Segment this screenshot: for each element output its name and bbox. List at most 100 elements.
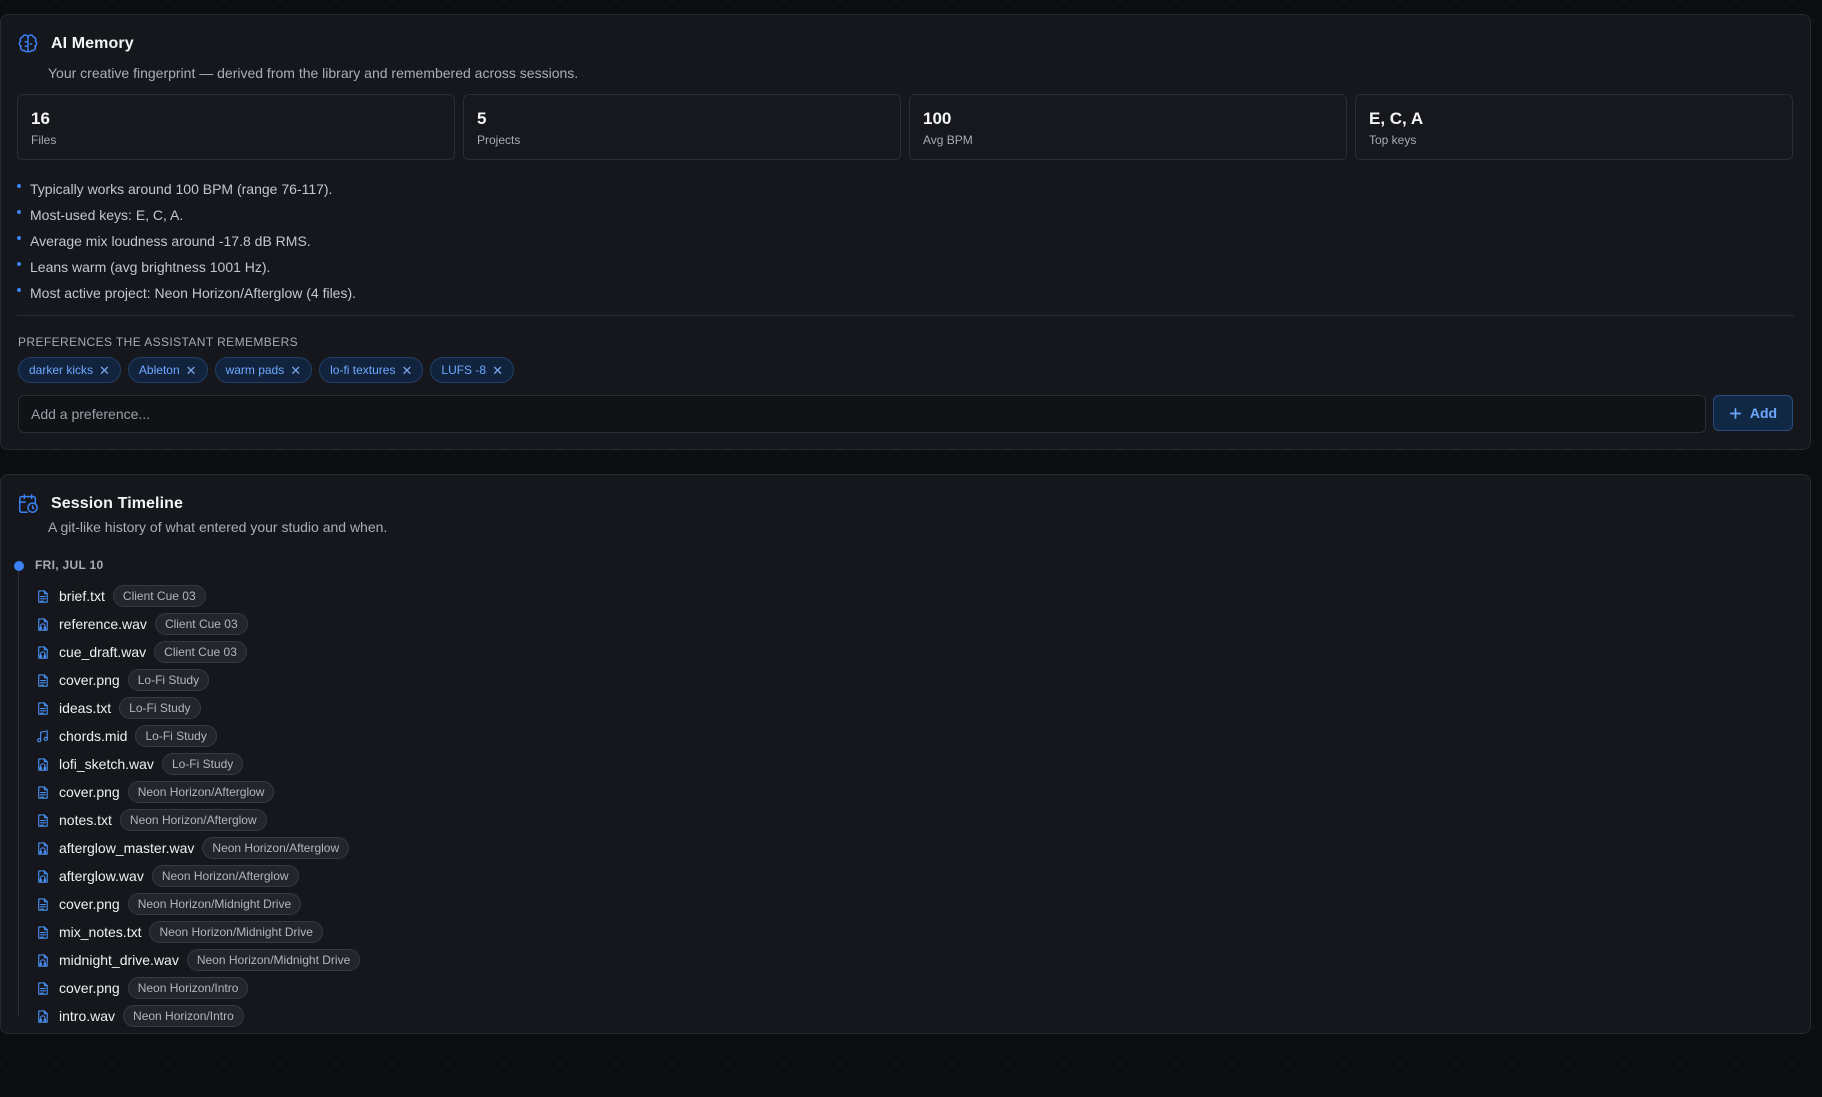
audio-file-icon	[38, 953, 48, 967]
file-name[interactable]: ideas.txt	[59, 700, 111, 716]
file-name[interactable]: reference.wav	[59, 616, 147, 632]
project-tag: Client Cue 03	[154, 613, 248, 635]
preference-chip: lo-fi textures ✕	[319, 357, 424, 383]
file-name[interactable]: afterglow.wav	[59, 868, 144, 884]
file-name[interactable]: cover.png	[59, 980, 120, 996]
stat-value: 100	[923, 109, 952, 128]
timeline-item[interactable]: cover.png Lo-Fi Study	[35, 666, 360, 694]
file-name[interactable]: mix_notes.txt	[59, 924, 141, 940]
add-button-label: Add	[1749, 405, 1778, 421]
section-divider	[17, 315, 1794, 316]
timeline-item[interactable]: notes.txt Neon Horizon/Afterglow	[35, 806, 360, 834]
project-tag: Neon Horizon/Intro	[127, 977, 249, 999]
timeline-item[interactable]: afterglow.wav Neon Horizon/Afterglow	[35, 862, 360, 890]
preference-chip-label: warm pads	[225, 363, 285, 377]
session-timeline-card: Session Timeline A git-like history of w…	[0, 474, 1811, 1034]
file-name[interactable]: intro.wav	[59, 1008, 115, 1024]
remove-preference-icon[interactable]: ✕	[186, 364, 197, 377]
timeline-item[interactable]: ideas.txt Lo-Fi Study	[35, 694, 360, 722]
timeline-item[interactable]: mix_notes.txt Neon Horizon/Midnight Drive	[35, 918, 360, 946]
stat-avg-bpm: 100 Avg BPM	[909, 94, 1347, 160]
file-name[interactable]: afterglow_master.wav	[59, 840, 194, 856]
preference-chip-label: LUFS -8	[441, 363, 487, 377]
file-name[interactable]: lofi_sketch.wav	[59, 756, 154, 772]
timeline-item[interactable]: intro.wav Neon Horizon/Intro	[35, 1002, 360, 1030]
file-name[interactable]: chords.mid	[59, 728, 127, 744]
stat-value: 16	[31, 109, 50, 128]
timeline-item[interactable]: chords.mid Lo-Fi Study	[35, 722, 360, 750]
ai-memory-card: AI Memory Your creative fingerprint — de…	[0, 14, 1811, 450]
brain-icon	[18, 34, 38, 53]
file-name[interactable]: midnight_drive.wav	[59, 952, 179, 968]
document-icon	[38, 813, 48, 827]
project-tag: Neon Horizon/Afterglow	[202, 837, 350, 859]
file-name[interactable]: cue_draft.wav	[59, 644, 146, 660]
stat-value: 5	[477, 109, 487, 128]
file-name[interactable]: cover.png	[59, 896, 120, 912]
stat-projects: 5 Projects	[463, 94, 901, 160]
stat-label: Avg BPM	[923, 133, 973, 147]
document-icon	[38, 701, 48, 715]
file-name[interactable]: cover.png	[59, 672, 120, 688]
audio-file-icon	[38, 1009, 48, 1023]
document-icon	[38, 897, 48, 911]
audio-file-icon	[38, 617, 48, 631]
timeline-dot	[14, 561, 24, 571]
insight-item: Typically works around 100 BPM (range 76…	[17, 176, 356, 202]
remove-preference-icon[interactable]: ✕	[492, 364, 503, 377]
remove-preference-icon[interactable]: ✕	[401, 364, 412, 377]
timeline-item[interactable]: cover.png Neon Horizon/Midnight Drive	[35, 890, 360, 918]
stat-label: Top keys	[1369, 133, 1417, 147]
insights-list: Typically works around 100 BPM (range 76…	[17, 176, 356, 306]
project-tag: Lo-Fi Study	[161, 753, 244, 775]
calendar-clock-icon	[19, 494, 38, 513]
remove-preference-icon[interactable]: ✕	[99, 364, 110, 377]
project-tag: Neon Horizon/Midnight Drive	[186, 949, 361, 971]
file-name[interactable]: cover.png	[59, 784, 120, 800]
file-name[interactable]: notes.txt	[59, 812, 112, 828]
remove-preference-icon[interactable]: ✕	[290, 364, 301, 377]
session-timeline-title: Session Timeline	[51, 495, 184, 512]
timeline-item[interactable]: afterglow_master.wav Neon Horizon/Aftergl…	[35, 834, 360, 862]
timeline-item[interactable]: reference.wav Client Cue 03	[35, 610, 360, 638]
plus-icon	[1729, 407, 1741, 419]
music-note-icon	[37, 729, 48, 742]
timeline-list: brief.txt Client Cue 03 reference.wav Clien…	[35, 582, 361, 1030]
stat-files: 16 Files	[17, 94, 455, 160]
insight-item: Average mix loudness around -17.8 dB RMS…	[17, 228, 356, 254]
project-tag: Neon Horizon/Midnight Drive	[127, 893, 302, 915]
preference-chip: LUFS -8 ✕	[430, 357, 514, 383]
timeline-item[interactable]: cover.png Neon Horizon/Afterglow	[35, 778, 360, 806]
preference-chip: warm pads ✕	[214, 357, 313, 383]
project-tag: Neon Horizon/Afterglow	[151, 865, 299, 887]
file-name[interactable]: brief.txt	[59, 588, 105, 604]
project-tag: Neon Horizon/Afterglow	[119, 809, 267, 831]
document-icon	[38, 981, 48, 995]
timeline-item[interactable]: lofi_sketch.wav Lo-Fi Study	[35, 750, 360, 778]
add-preference-input[interactable]	[18, 395, 1706, 433]
document-icon	[38, 925, 48, 939]
ai-memory-header: AI Memory	[17, 33, 134, 55]
project-tag: Lo-Fi Study	[135, 725, 217, 747]
document-icon	[38, 673, 48, 687]
timeline-item[interactable]: cover.png Neon Horizon/Intro	[35, 974, 360, 1002]
ai-memory-title: AI Memory	[51, 35, 134, 52]
project-tag: Lo-Fi Study	[127, 669, 210, 691]
preferences-heading: PREFERENCES THE ASSISTANT REMEMBERS	[18, 335, 299, 349]
add-preference-button[interactable]: Add	[1713, 395, 1793, 431]
stat-top-keys: E, C, A Top keys	[1355, 94, 1793, 160]
document-icon	[38, 589, 48, 603]
insight-item: Leans warm (avg brightness 1001 Hz).	[17, 254, 356, 280]
preference-chip: darker kicks ✕	[18, 357, 121, 383]
timeline-item[interactable]: brief.txt Client Cue 03	[35, 582, 360, 610]
project-tag: Lo-Fi Study	[119, 697, 201, 719]
session-timeline-subtitle: A git-like history of what entered your …	[48, 519, 388, 535]
project-tag: Neon Horizon/Intro	[123, 1005, 244, 1027]
preference-chips: darker kicks ✕ Ableton ✕ warm pads ✕ lo-…	[18, 357, 514, 383]
project-tag: Client Cue 03	[154, 641, 247, 663]
timeline-item[interactable]: midnight_drive.wav Neon Horizon/Midnight …	[35, 946, 361, 974]
document-icon	[38, 785, 48, 799]
timeline-item[interactable]: cue_draft.wav Client Cue 03	[35, 638, 360, 666]
timeline: FRI, JUL 10 brief.txt Client Cue 03 refere…	[1, 557, 601, 1027]
audio-file-icon	[38, 869, 48, 883]
